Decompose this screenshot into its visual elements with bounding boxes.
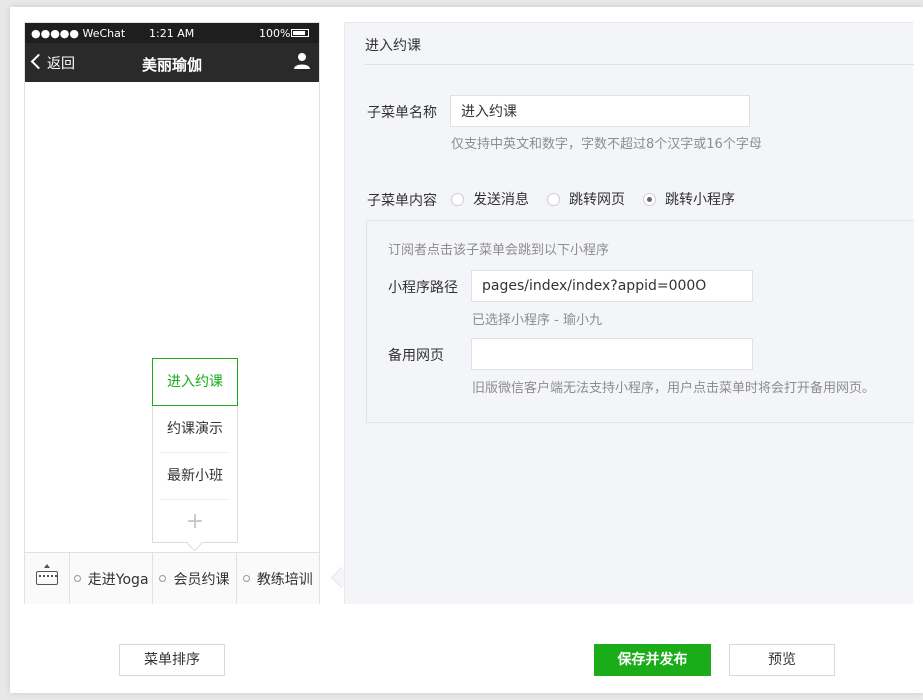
radio-circle: [547, 192, 560, 206]
editor-header: 进入约课: [365, 38, 421, 54]
name-hint: 仅支持中英文和数字，字数不超过8个汉字或16个字母: [451, 137, 762, 152]
backup-webpage-input[interactable]: [471, 338, 753, 370]
phone-navbar: 返回 美丽瑜伽: [25, 43, 319, 82]
keyboard-icon: [36, 571, 58, 585]
submenu-dot-icon: [159, 575, 167, 582]
submenu-dot-icon: [73, 575, 81, 582]
battery-level: 100%: [259, 27, 291, 40]
submenu-name-input[interactable]: [450, 95, 750, 127]
preview-button[interactable]: 预览: [729, 644, 835, 676]
content-label: 子菜单内容: [367, 193, 437, 209]
submenu-item-booking-demo[interactable]: 约课演示: [161, 406, 229, 453]
menu-item-yoga[interactable]: 走进Yoga: [70, 553, 154, 604]
menu-item-label: 教练培训: [256, 571, 313, 588]
name-label: 子菜单名称: [367, 105, 437, 121]
account-title: 美丽瑜伽: [141, 56, 202, 74]
submenu-item-enter-booking[interactable]: 进入约课: [152, 358, 238, 406]
path-hint: 已选择小程序 - 瑜小九: [472, 313, 602, 328]
miniprogram-settings: 订阅者点击该子菜单会跳到以下小程序 小程序路径 已选择小程序 - 瑜小九 备用网…: [366, 220, 914, 423]
menu-item-member-booking[interactable]: 会员约课: [153, 553, 237, 604]
radio-label: 跳转小程序: [665, 192, 735, 208]
radio-circle: [451, 192, 464, 206]
radio-circle-selected: [643, 192, 656, 206]
menu-item-label: 走进Yoga: [87, 571, 149, 588]
submenu-dot-icon: [242, 575, 250, 582]
battery-icon: [291, 29, 309, 37]
submenu-editor-panel: 进入约课 子菜单名称 仅支持中英文和数字，字数不超过8个汉字或16个字母 子菜单…: [344, 22, 914, 604]
user-icon[interactable]: [293, 52, 311, 70]
radio-label: 发送消息: [473, 192, 529, 208]
save-publish-button[interactable]: 保存并发布: [594, 644, 711, 676]
miniprogram-path-input[interactable]: [471, 270, 753, 302]
content-type-radios: 发送消息 跳转网页 跳转小程序: [451, 189, 753, 209]
phone-preview: ●●●●● WeChat 1:21 AM 100% 返回 美丽瑜伽 进入约课 约…: [24, 22, 320, 604]
status-bar: ●●●●● WeChat 1:21 AM 100%: [25, 23, 319, 43]
divider: [365, 64, 914, 65]
backup-hint: 旧版微信客户端无法支持小程序，用户点击菜单时将会打开备用网页。: [472, 381, 876, 396]
path-label: 小程序路径: [388, 280, 458, 296]
signal-indicator: ●●●●● WeChat: [31, 27, 126, 40]
radio-jump-miniprogram[interactable]: 跳转小程序: [643, 189, 735, 209]
radio-jump-webpage[interactable]: 跳转网页: [547, 189, 625, 209]
miniprogram-intro: 订阅者点击该子菜单会跳到以下小程序: [388, 243, 610, 258]
sort-menu-button[interactable]: 菜单排序: [119, 644, 225, 676]
radio-send-message[interactable]: 发送消息: [451, 189, 529, 209]
menu-item-coach-training[interactable]: 教练培训: [237, 553, 319, 604]
keyboard-arrow-icon: [44, 564, 50, 568]
submenu-popup: 进入约课 约课演示 最新小班 +: [152, 358, 238, 552]
status-time: 1:21 AM: [149, 27, 195, 40]
menu-item-label: 会员约课: [173, 571, 230, 588]
backup-label: 备用网页: [388, 348, 444, 364]
radio-label: 跳转网页: [569, 192, 625, 208]
keyboard-toggle[interactable]: [25, 553, 70, 604]
submenu-item-new-class[interactable]: 最新小班: [161, 453, 229, 500]
custom-menu-bar: 走进Yoga 会员约课 教练培训: [25, 552, 319, 604]
